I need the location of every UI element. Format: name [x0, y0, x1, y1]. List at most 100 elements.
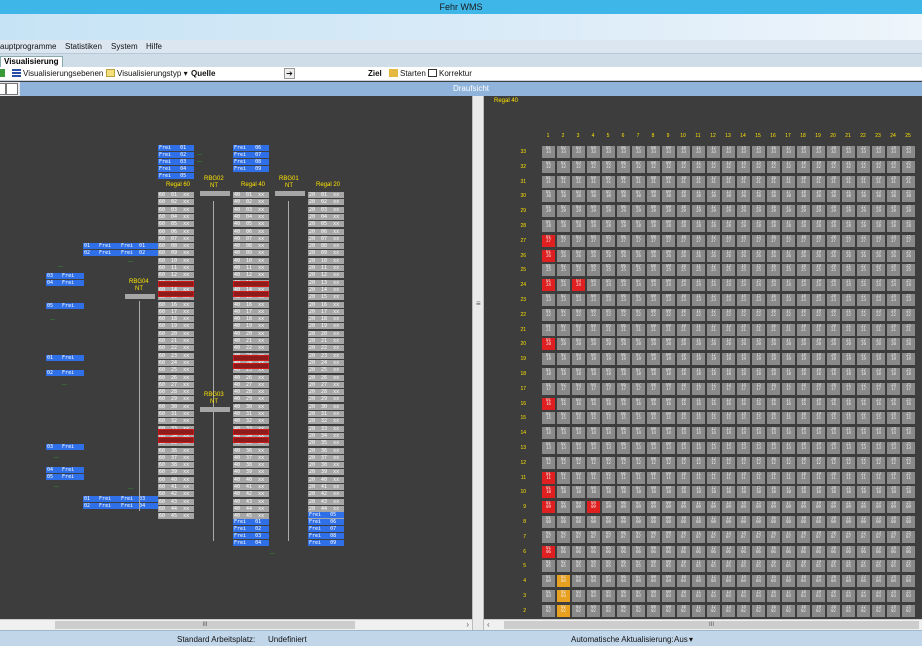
rack-slot[interactable]: 03 03: [572, 590, 585, 602]
shelf-slot[interactable]: 40 20 xx: [233, 330, 269, 337]
rack-slot[interactable]: 01 08: [542, 516, 555, 528]
rack-slot[interactable]: 18 23: [797, 294, 810, 306]
rack-slot[interactable]: 17 26: [782, 249, 795, 262]
rack-slot[interactable]: 05 10: [602, 486, 615, 499]
shelf-slot[interactable]: 20 01 xx: [308, 192, 344, 198]
rack-slot[interactable]: 13 08: [722, 516, 735, 528]
correction-button[interactable]: Korrektur: [428, 69, 472, 79]
rack-slot[interactable]: 04 16: [587, 397, 600, 410]
rack-slot[interactable]: 06 13: [617, 442, 630, 454]
shelf-slot[interactable]: 20 30 xx: [308, 403, 344, 410]
rack-slot[interactable]: 02 20: [557, 338, 570, 351]
rack-slot[interactable]: 11 03: [692, 590, 705, 602]
rack-slot[interactable]: 22 33: [857, 146, 870, 158]
rack-slot[interactable]: 19 05: [812, 560, 825, 573]
rack-slot[interactable]: 08 32: [647, 160, 660, 173]
rack-slot[interactable]: 18 06: [797, 545, 810, 558]
shelf-slot[interactable]: 20 28 xx: [308, 389, 344, 396]
rack-slot[interactable]: 03 08: [572, 516, 585, 528]
rack-slot[interactable]: 18 13: [797, 442, 810, 454]
rack-slot[interactable]: 04 02: [587, 604, 600, 617]
rack-slot[interactable]: 07 07: [632, 530, 645, 543]
rack-slot[interactable]: 05 30: [602, 190, 615, 203]
rack-slot[interactable]: 08 02: [647, 604, 660, 617]
rack-slot[interactable]: 07 22: [632, 308, 645, 321]
rack-slot[interactable]: 16 08: [767, 516, 780, 528]
rack-slot[interactable]: 23 18: [872, 368, 885, 380]
rack-slot[interactable]: 20 25: [827, 264, 840, 277]
rack-slot[interactable]: 25 06: [902, 545, 915, 558]
rack-slot[interactable]: 12 06: [707, 545, 720, 558]
rack-slot[interactable]: 11 08: [692, 516, 705, 528]
rack-slot[interactable]: 07 15: [632, 412, 645, 425]
rack-slot[interactable]: 06 24: [617, 279, 630, 292]
shelf-slot[interactable]: 40 31 xx: [233, 411, 269, 417]
rack-slot[interactable]: 15 18: [752, 368, 765, 380]
rack-slot[interactable]: 01 30: [542, 190, 555, 203]
rack-slot[interactable]: 11 26: [692, 249, 705, 262]
rack-slot[interactable]: 10 05: [677, 560, 690, 573]
shelf-slot[interactable]: 60 10 xx: [158, 257, 194, 264]
rack-slot[interactable]: 07 30: [632, 190, 645, 203]
start-button[interactable]: Starten: [389, 69, 426, 79]
rack-slot[interactable]: 09 27: [662, 234, 675, 247]
rack-slot[interactable]: 04 27: [587, 234, 600, 247]
search-icon[interactable]: [6, 83, 18, 95]
rack-slot[interactable]: 03 02: [572, 604, 585, 617]
rack-slot[interactable]: 02 32: [557, 160, 570, 173]
type-dropdown[interactable]: Visualisierungstyp ▾: [106, 69, 188, 79]
rack-slot[interactable]: 22 31: [857, 175, 870, 188]
rack-slot[interactable]: 24 28: [887, 220, 900, 232]
rack-slot[interactable]: 25 13: [902, 442, 915, 454]
rack-slot[interactable]: 03 29: [572, 205, 585, 218]
rack-slot[interactable]: 04 21: [587, 323, 600, 336]
rack-slot[interactable]: 19 26: [812, 249, 825, 262]
free-slot[interactable]: Frei 04: [158, 166, 194, 172]
rack-slot[interactable]: 24 32: [887, 160, 900, 173]
rack-slot[interactable]: 15 06: [752, 545, 765, 558]
rack-slot[interactable]: 08 18: [647, 368, 660, 380]
rack-slot[interactable]: 13 15: [722, 412, 735, 425]
rack-slot[interactable]: 14 31: [737, 175, 750, 188]
rack-slot[interactable]: 03 30: [572, 190, 585, 203]
rack-slot[interactable]: 22 04: [857, 575, 870, 588]
rack-slot[interactable]: 22 05: [857, 560, 870, 573]
rack-slot[interactable]: 03 16: [572, 397, 585, 410]
rack-slot[interactable]: 13 29: [722, 205, 735, 218]
rack-slot[interactable]: 03 24: [572, 279, 585, 292]
refresh-icon[interactable]: [0, 69, 7, 79]
shelf-slot[interactable]: 60 12 xx: [158, 272, 194, 279]
rack-slot[interactable]: 05 27: [602, 234, 615, 247]
rack-slot[interactable]: 22 10: [857, 486, 870, 499]
rack-slot[interactable]: 11 04: [692, 575, 705, 588]
rack-slot[interactable]: 04 31: [587, 175, 600, 188]
rack-slot[interactable]: 12 12: [707, 456, 720, 469]
rack-slot[interactable]: 14 02: [737, 604, 750, 617]
rack-slot[interactable]: 03 22: [572, 308, 585, 321]
rack-slot[interactable]: 06 06: [617, 545, 630, 558]
rack-slot[interactable]: 06 04: [617, 575, 630, 588]
rack-slot[interactable]: 10 24: [677, 279, 690, 292]
shelf-slot[interactable]: 60 02 xx: [158, 199, 194, 206]
rack-slot[interactable]: 19 23: [812, 294, 825, 306]
rack-slot[interactable]: 06 27: [617, 234, 630, 247]
rack-slot[interactable]: 24 10: [887, 486, 900, 499]
rack-slot[interactable]: 17 20: [782, 338, 795, 351]
shelf-slot[interactable]: 60 45 xx: [158, 513, 194, 520]
rack-slot[interactable]: 02 27: [557, 234, 570, 247]
rack-slot[interactable]: 13 10: [722, 486, 735, 499]
rack-slot[interactable]: 23 12: [872, 456, 885, 469]
rack-slot[interactable]: 20 08: [827, 516, 840, 528]
rack-slot[interactable]: 25 08: [902, 516, 915, 528]
shelf-slot[interactable]: 60 39 xx: [158, 469, 194, 476]
rack-slot[interactable]: 25 23: [902, 294, 915, 306]
crane-carriage[interactable]: [275, 191, 305, 196]
rack-slot[interactable]: 08 15: [647, 412, 660, 425]
rack-slot[interactable]: 14 30: [737, 190, 750, 203]
rack-slot[interactable]: 09 24: [662, 279, 675, 292]
shelf-slot[interactable]: 40 41 xx: [233, 484, 269, 490]
rack-slot[interactable]: 07 32: [632, 160, 645, 173]
rack-slot[interactable]: 15 07: [752, 530, 765, 543]
rack-slot[interactable]: 18 17: [797, 382, 810, 395]
rack-slot[interactable]: 25 26: [902, 249, 915, 262]
